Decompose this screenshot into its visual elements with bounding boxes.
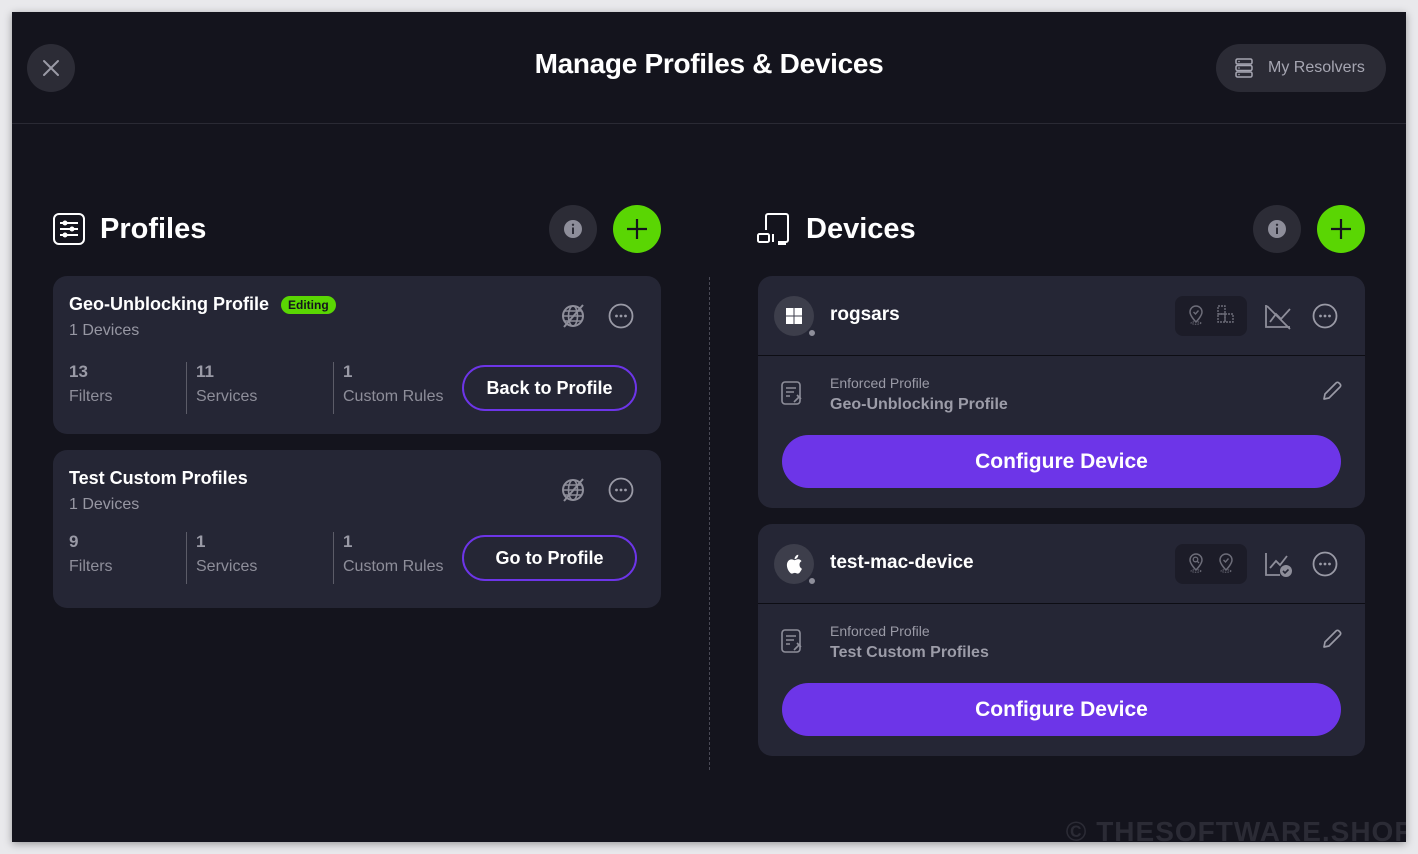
device-feature-group bbox=[1175, 544, 1247, 584]
editing-badge: Editing bbox=[281, 295, 336, 314]
stat-divider bbox=[333, 362, 334, 414]
stat-services: 11 Services bbox=[196, 362, 258, 405]
more-horizontal-icon bbox=[608, 477, 634, 503]
edit-enforced-profile-button[interactable] bbox=[1321, 380, 1343, 407]
plus-icon bbox=[1331, 219, 1351, 239]
profile-device-count: 1 Devices bbox=[69, 496, 140, 513]
go-to-profile-button[interactable]: Go to Profile bbox=[462, 535, 637, 581]
geo-toggle-button[interactable] bbox=[557, 300, 589, 332]
analytics-button[interactable] bbox=[1262, 300, 1294, 332]
profile-name: Geo-Unblocking Profile bbox=[69, 294, 270, 314]
windows-icon bbox=[786, 308, 802, 324]
globe-off-icon bbox=[562, 304, 584, 328]
stat-filters: 13 Filters bbox=[69, 362, 113, 405]
devices-icon bbox=[757, 213, 789, 245]
devices-info-button[interactable] bbox=[1253, 205, 1301, 253]
page-title: Manage Profiles & Devices bbox=[534, 48, 884, 79]
devices-header: Devices bbox=[756, 205, 916, 253]
add-device-button[interactable] bbox=[1317, 205, 1365, 253]
profiles-title: Profiles bbox=[100, 212, 207, 245]
profile-document-icon bbox=[781, 381, 802, 405]
configure-device-button[interactable]: Configure Device bbox=[782, 683, 1341, 736]
stat-filters: 9 Filters bbox=[69, 532, 113, 575]
add-profile-button[interactable] bbox=[613, 205, 661, 253]
profile-document-icon bbox=[781, 629, 802, 653]
profiles-header: Profiles bbox=[52, 205, 206, 253]
more-horizontal-icon bbox=[608, 303, 634, 329]
location-check-icon[interactable] bbox=[1186, 303, 1206, 330]
device-more-button[interactable] bbox=[1309, 548, 1341, 580]
geo-toggle-button[interactable] bbox=[557, 474, 589, 506]
pencil-icon bbox=[1323, 629, 1342, 648]
stat-divider bbox=[333, 532, 334, 584]
profile-name: Test Custom Profiles bbox=[69, 468, 248, 488]
apple-icon bbox=[786, 554, 802, 574]
location-search-icon[interactable] bbox=[1186, 551, 1206, 578]
pencil-icon bbox=[1323, 381, 1342, 400]
server-stack-icon bbox=[1235, 58, 1253, 78]
info-icon bbox=[564, 220, 582, 238]
sliders-icon bbox=[53, 213, 85, 245]
stat-custom-rules: 1 Custom Rules bbox=[343, 532, 444, 575]
profile-more-button[interactable] bbox=[605, 300, 637, 332]
devices-title: Devices bbox=[806, 212, 916, 245]
profiles-info-button[interactable] bbox=[549, 205, 597, 253]
dialog-header: Manage Profiles & Devices My Resolvers bbox=[12, 12, 1406, 124]
device-name: test-mac-device bbox=[830, 552, 974, 573]
status-dot bbox=[807, 576, 817, 586]
device-more-button[interactable] bbox=[1309, 300, 1341, 332]
my-resolvers-button[interactable]: My Resolvers bbox=[1216, 44, 1386, 92]
profile-more-button[interactable] bbox=[605, 474, 637, 506]
edit-enforced-profile-button[interactable] bbox=[1321, 628, 1343, 655]
enforced-profile-value: Test Custom Profiles bbox=[830, 644, 989, 661]
profile-card: Test Custom Profiles 1 Devices 9 Filters… bbox=[53, 450, 661, 608]
profile-device-count: 1 Devices bbox=[69, 322, 140, 339]
profile-card: Geo-Unblocking Profile Editing 1 Devices… bbox=[53, 276, 661, 434]
stat-custom-rules: 1 Custom Rules bbox=[343, 362, 444, 405]
os-avatar bbox=[774, 544, 817, 586]
back-to-profile-button[interactable]: Back to Profile bbox=[462, 365, 637, 411]
device-card: test-mac-device Enforced Profile Test Cu… bbox=[758, 524, 1365, 756]
more-horizontal-icon bbox=[1312, 303, 1338, 329]
configure-device-button[interactable]: Configure Device bbox=[782, 435, 1341, 488]
watermark: © THESOFTWARE.SHOP bbox=[1065, 816, 1406, 842]
enforced-profile-value: Geo-Unblocking Profile bbox=[830, 396, 1008, 413]
globe-off-icon bbox=[562, 478, 584, 502]
analytics-off-icon bbox=[1265, 305, 1291, 330]
my-resolvers-label: My Resolvers bbox=[1268, 59, 1365, 76]
stat-services: 1 Services bbox=[196, 532, 258, 575]
device-name: rogsars bbox=[830, 304, 900, 325]
more-horizontal-icon bbox=[1312, 551, 1338, 577]
device-card: rogsars Enforced Profile Geo-Unblocking … bbox=[758, 276, 1365, 508]
analytics-check-icon bbox=[1265, 553, 1292, 577]
info-icon bbox=[1268, 220, 1286, 238]
section-divider bbox=[709, 277, 710, 772]
os-avatar bbox=[774, 296, 817, 338]
device-feature-group bbox=[1175, 296, 1247, 336]
enforced-profile-label: Enforced Profile bbox=[830, 375, 930, 391]
location-check-icon[interactable] bbox=[1216, 551, 1236, 578]
stat-divider bbox=[186, 362, 187, 414]
plus-icon bbox=[627, 219, 647, 239]
manage-dialog: Manage Profiles & Devices My Resolvers P… bbox=[12, 12, 1406, 842]
analytics-button[interactable] bbox=[1262, 548, 1294, 580]
enforced-profile-label: Enforced Profile bbox=[830, 623, 930, 639]
blocks-icon[interactable] bbox=[1216, 303, 1236, 330]
status-dot bbox=[807, 328, 817, 338]
stat-divider bbox=[186, 532, 187, 584]
